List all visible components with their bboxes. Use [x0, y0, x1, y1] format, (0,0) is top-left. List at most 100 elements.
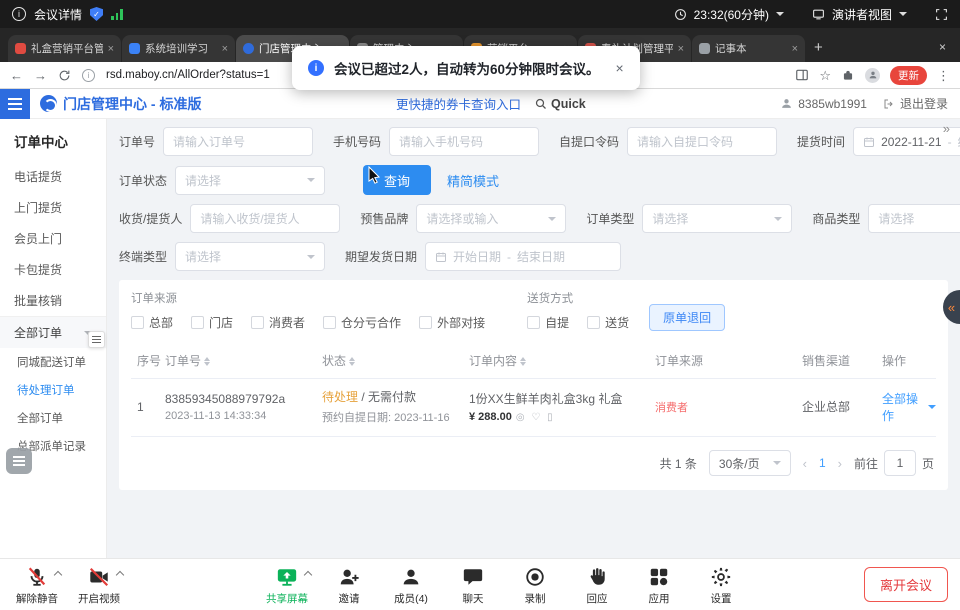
checkbox-delivery[interactable]: 送货: [587, 314, 629, 331]
sidebar-resize-handle[interactable]: [88, 331, 105, 348]
order-type-value: 请选择: [652, 210, 688, 227]
collapse-panel-icon[interactable]: »: [943, 121, 950, 136]
quick-menu-button[interactable]: [6, 448, 32, 474]
sidebar-toggle-button[interactable]: [0, 89, 30, 119]
tab-close-icon[interactable]: ×: [678, 43, 684, 55]
browser-menu-icon[interactable]: ⋮: [937, 69, 950, 82]
settings-button[interactable]: 设置: [692, 564, 750, 606]
coupon-query-link[interactable]: 更快捷的券卡查询入口: [396, 94, 521, 113]
row-action-menu[interactable]: 全部操作: [882, 390, 936, 424]
checkbox-source-consumer[interactable]: 消费者: [251, 314, 305, 331]
share-screen-button[interactable]: 共享屏幕: [258, 564, 316, 606]
record-button[interactable]: 录制: [506, 564, 564, 606]
checkbox-source-coop[interactable]: 仓分亏合作: [323, 314, 401, 331]
browser-tab[interactable]: 礼盒营销平台管理中心 ×: [8, 35, 121, 62]
checkbox-source-external[interactable]: 外部对接: [419, 314, 485, 331]
phone-input[interactable]: [399, 135, 529, 149]
side-panel-icon[interactable]: [795, 68, 809, 82]
start-video-button[interactable]: 开启视频: [70, 564, 128, 606]
new-tab-button[interactable]: +: [814, 39, 823, 56]
logout-button[interactable]: 退出登录: [883, 95, 948, 112]
next-page-icon[interactable]: ›: [838, 456, 842, 471]
order-no-input[interactable]: [173, 135, 303, 149]
sidebar-item-cardbag-pickup[interactable]: 卡包提货: [0, 254, 106, 285]
receiver-input[interactable]: [200, 212, 330, 226]
checkbox-source-hq[interactable]: 总部: [131, 314, 173, 331]
camera-off-icon: [88, 566, 110, 588]
mouse-cursor: [368, 166, 381, 189]
view-mode-caret-icon[interactable]: [899, 12, 907, 16]
checkbox-icon: [419, 316, 432, 329]
refresh-icon[interactable]: [58, 69, 71, 82]
col-content[interactable]: 订单内容: [469, 352, 655, 369]
sidebar-item-door-pickup[interactable]: 上门提货: [0, 192, 106, 223]
site-title: 门店管理中心 - 标准版: [63, 94, 201, 114]
meeting-title[interactable]: 会议详情: [34, 6, 82, 23]
tab-close-icon[interactable]: ×: [108, 43, 114, 55]
camera-options-caret[interactable]: [116, 570, 124, 578]
quick-search[interactable]: Quick: [535, 97, 586, 111]
terminal-type-select[interactable]: 请选择: [175, 242, 325, 271]
extensions-icon[interactable]: [841, 68, 855, 82]
user-avatar-icon: [780, 97, 793, 110]
current-page[interactable]: 1: [819, 456, 826, 470]
invite-button[interactable]: 邀请: [320, 564, 378, 606]
view-mode-label[interactable]: 演讲者视图: [832, 6, 892, 23]
ship-date-range[interactable]: 开始日期 - 结束日期: [425, 242, 621, 271]
tab-close-icon[interactable]: ×: [222, 43, 228, 55]
toast-close-icon[interactable]: ×: [616, 60, 624, 76]
goto-page-input[interactable]: [884, 450, 916, 476]
unmute-button[interactable]: 解除静音: [8, 564, 66, 606]
security-shield-icon[interactable]: ✓: [90, 7, 103, 21]
pickup-start-date[interactable]: 2022-11-21: [881, 135, 942, 149]
checkbox-source-store[interactable]: 门店: [191, 314, 233, 331]
ship-end-date[interactable]: 结束日期: [517, 248, 565, 265]
chat-button[interactable]: 聊天: [444, 564, 502, 606]
tab-close-icon[interactable]: ×: [792, 43, 798, 55]
browser-tab[interactable]: 系统培训学习 ×: [122, 35, 235, 62]
forward-icon[interactable]: →: [34, 69, 47, 82]
site-info-icon[interactable]: i: [82, 69, 95, 82]
mic-options-caret[interactable]: [54, 570, 62, 578]
sidebar-item-member-visit[interactable]: 会员上门: [0, 223, 106, 254]
apps-button[interactable]: 应用: [630, 564, 688, 606]
members-button[interactable]: 成员(4): [382, 564, 440, 606]
sidebar-item-phone-pickup[interactable]: 电话提货: [0, 161, 106, 192]
ship-start-date[interactable]: 开始日期: [453, 248, 501, 265]
browser-profile-avatar[interactable]: [865, 68, 880, 83]
leave-meeting-button[interactable]: 离开会议: [864, 567, 948, 602]
timer-caret-icon[interactable]: [776, 12, 784, 16]
meeting-info-icon[interactable]: i: [12, 7, 26, 21]
order-status-select[interactable]: 请选择: [175, 166, 325, 195]
reactions-button[interactable]: 回应: [568, 564, 626, 606]
goods-type-select[interactable]: 请选择: [868, 204, 960, 233]
share-options-caret[interactable]: [304, 570, 312, 578]
back-icon[interactable]: ←: [10, 69, 23, 82]
browser-close-icon[interactable]: ×: [939, 40, 946, 54]
sidebar-item-all-orders[interactable]: 全部订单: [0, 404, 106, 432]
sidebar-item-batch-verify[interactable]: 批量核销: [0, 285, 106, 316]
user-menu[interactable]: 8385wb1991: [780, 97, 867, 111]
terminal-type-label: 终端类型: [119, 248, 167, 265]
col-order-no[interactable]: 订单号: [165, 352, 322, 369]
tab-favicon: [243, 43, 254, 54]
pickup-code-input[interactable]: [637, 135, 767, 149]
sidebar-item-pending-orders[interactable]: 待处理订单: [0, 376, 106, 404]
fullscreen-icon[interactable]: [935, 8, 948, 21]
bookmark-star-icon[interactable]: ☆: [819, 69, 831, 82]
row-channel: 企业总部: [802, 398, 882, 415]
browser-tab[interactable]: 记事本 ×: [692, 35, 805, 62]
simple-mode-link[interactable]: 精简模式: [447, 171, 499, 190]
page-size-select[interactable]: 30条/页: [709, 450, 791, 476]
meeting-timer[interactable]: 23:32(60分钟): [694, 6, 769, 23]
checkbox-self-pickup[interactable]: 自提: [527, 314, 569, 331]
original-order-return-button[interactable]: 原单退回: [649, 304, 725, 331]
col-status[interactable]: 状态: [322, 352, 469, 369]
sidebar-item-city-delivery[interactable]: 同城配送订单: [0, 348, 106, 376]
presale-brand-select[interactable]: 请选择或输入: [416, 204, 566, 233]
chevron-down-icon: [307, 255, 315, 259]
order-type-select[interactable]: 请选择: [642, 204, 792, 233]
prev-page-icon[interactable]: ‹: [803, 456, 807, 471]
info-icon: i: [308, 60, 324, 76]
chrome-update-button[interactable]: 更新: [890, 66, 927, 85]
